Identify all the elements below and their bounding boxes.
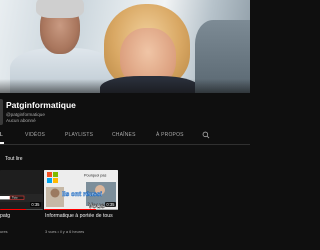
channel-avatar[interactable] xyxy=(0,99,3,125)
tab-playlists[interactable]: PLAYLISTS xyxy=(65,132,93,138)
banner-person-1-hair xyxy=(36,0,84,18)
channel-subscribers: Aucun abonné xyxy=(6,118,36,123)
tab-channels[interactable]: CHAÎNES xyxy=(112,132,136,138)
video-2-thumb-top-text: Pourquoi pas xyxy=(84,174,106,178)
channel-name: Patginformatique xyxy=(6,100,76,110)
channel-tabs: L VIDÉOS PLAYLISTS CHAÎNES À PROPOS xyxy=(0,131,250,144)
video-1-meta: ures xyxy=(0,229,8,234)
video-2-meta: 3 vues • il y a 6 heures xyxy=(45,229,85,234)
video-1-title[interactable]: patg xyxy=(0,213,10,220)
tab-home[interactable]: L xyxy=(0,132,3,138)
video-1-duration: 0:35 xyxy=(29,202,41,207)
video-thumbnail-1[interactable]: Tuto 0:35 xyxy=(0,170,43,210)
tab-videos[interactable]: VIDÉOS xyxy=(25,132,45,138)
video-1-progress xyxy=(0,208,26,210)
section-title[interactable]: Tout lire xyxy=(5,156,23,162)
channel-handle: @patginformatique xyxy=(6,112,45,117)
channel-banner xyxy=(0,0,250,93)
tabs-divider xyxy=(0,144,250,145)
video-2-thumb-big-text: Ils ont réussi xyxy=(62,191,102,198)
search-icon[interactable] xyxy=(202,131,210,139)
tab-about[interactable]: À PROPOS xyxy=(156,132,184,138)
video-2-title[interactable]: Informatique à portée de tous xyxy=(45,213,120,220)
banner-shadow xyxy=(0,79,250,93)
video-2-progress xyxy=(44,208,96,210)
video-1-badge: Tuto xyxy=(12,196,18,200)
video-2-duration: 0:35 xyxy=(104,202,116,207)
video-thumbnail-2[interactable]: Pourquoi pas Ils ont réussi Vous 0:35 xyxy=(44,170,118,210)
